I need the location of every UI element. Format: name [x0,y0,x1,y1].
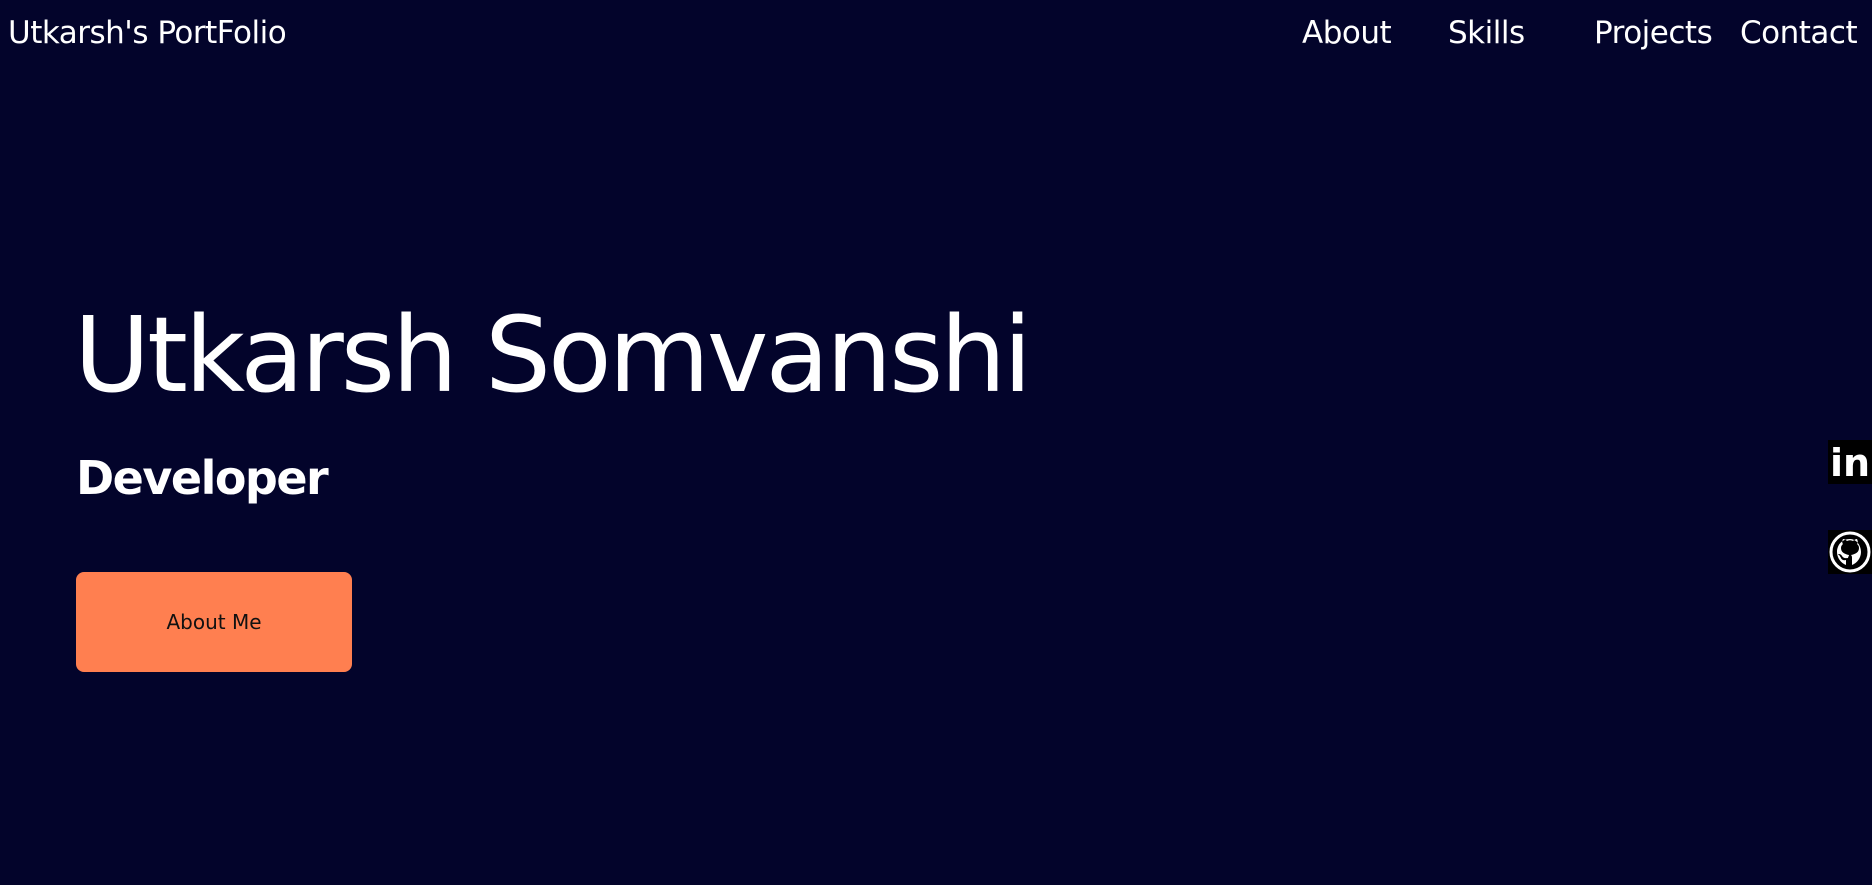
github-icon [1829,531,1871,573]
nav-about-link[interactable]: About [1302,12,1392,54]
main-nav: About Skills Projects Contact [0,12,1872,54]
hero-name: Utkarsh Somvanshi [74,294,1032,416]
nav-projects-link[interactable]: Projects [1594,12,1713,54]
about-me-button[interactable]: About Me [76,572,352,672]
hero-role: Developer [76,451,329,505]
linkedin-link[interactable]: in [1828,440,1872,484]
linkedin-icon-text: in [1830,441,1870,484]
nav-skills-link[interactable]: Skills [1448,12,1525,54]
nav-contact-link[interactable]: Contact [1740,12,1858,54]
github-link[interactable] [1828,530,1872,574]
portfolio-page: Utkarsh's PortFolio About Skills Project… [0,0,1872,885]
linkedin-icon: in [1830,441,1870,484]
